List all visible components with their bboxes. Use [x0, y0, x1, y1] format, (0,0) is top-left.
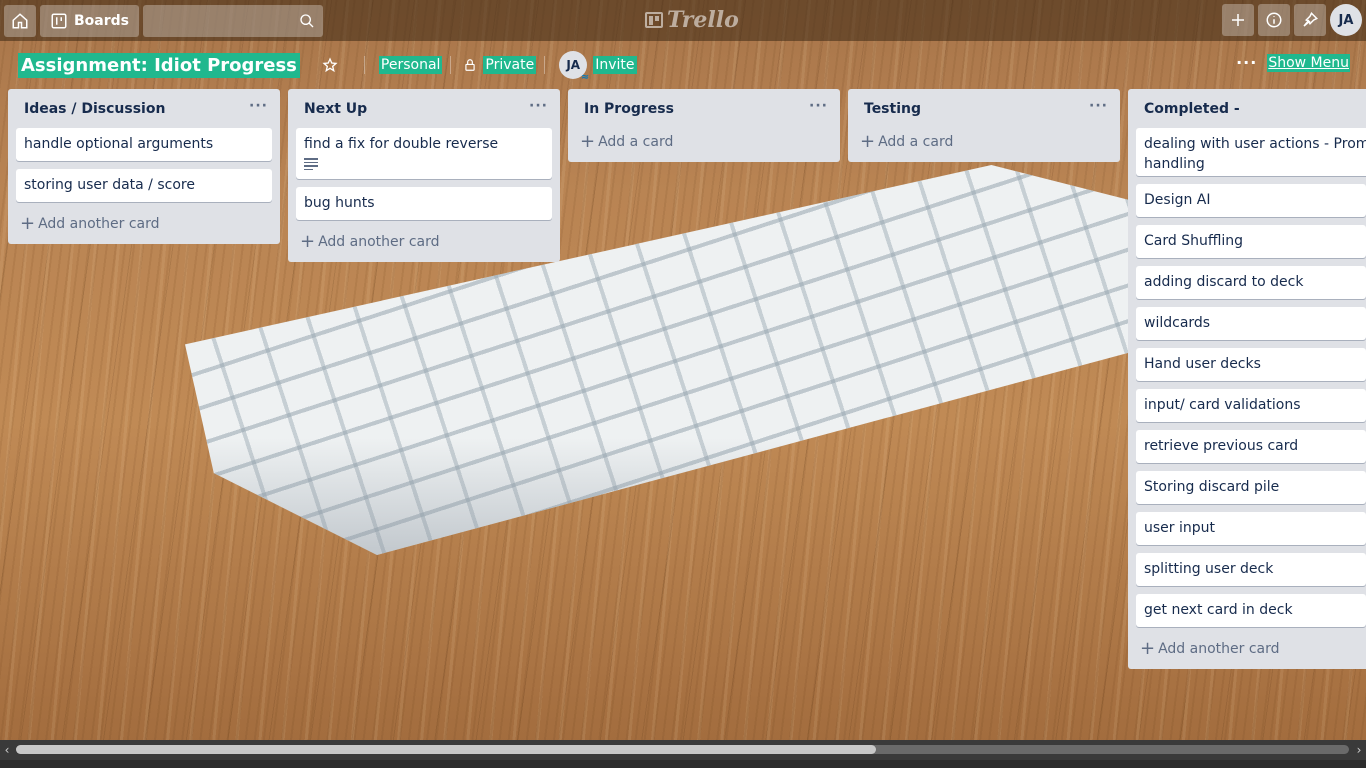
list-next-up: Next Up ··· find a fix for double revers… — [288, 89, 560, 262]
plus-icon: + — [300, 231, 316, 252]
scroll-left-arrow-icon[interactable]: ‹ — [0, 740, 14, 760]
list-menu-icon[interactable]: ··· — [529, 98, 548, 120]
team-button[interactable]: Personal — [378, 56, 443, 74]
list-testing: Testing ··· + Add a card — [848, 89, 1120, 162]
list-title[interactable]: Next Up — [304, 101, 367, 117]
card[interactable]: input/ card validations — [1136, 389, 1366, 422]
card[interactable]: Card Shuffling — [1136, 225, 1366, 258]
add-card-label: Add another card — [1158, 641, 1280, 657]
home-button[interactable] — [4, 4, 36, 37]
list-ideas-discussion: Ideas / Discussion ··· handle optional a… — [8, 89, 280, 244]
list-menu-icon[interactable]: ··· — [809, 98, 828, 120]
card[interactable]: bug hunts — [296, 187, 552, 220]
card[interactable]: Design AI — [1136, 184, 1366, 217]
card[interactable]: adding discard to deck — [1136, 266, 1366, 299]
search-input[interactable] — [143, 4, 323, 37]
boards-icon — [51, 13, 67, 28]
header-right-actions: JA — [1222, 4, 1362, 36]
list-header[interactable]: Completed - — [1136, 89, 1366, 128]
lock-icon — [465, 59, 476, 71]
trello-logo-icon — [645, 12, 663, 28]
more-icon[interactable]: ··· — [1236, 53, 1257, 72]
add-card-label: Add another card — [38, 216, 160, 232]
plus-icon: + — [1140, 638, 1156, 659]
scroll-right-arrow-icon[interactable]: › — [1352, 740, 1366, 760]
list-title[interactable]: Completed - — [1144, 101, 1240, 117]
top-header: Boards Trello JA — [0, 0, 1366, 41]
trello-logo-text: Trello — [667, 7, 739, 33]
divider — [544, 56, 546, 74]
card[interactable]: wildcards — [1136, 307, 1366, 340]
plus-icon — [1232, 14, 1244, 26]
list-menu-icon[interactable]: ··· — [249, 98, 268, 120]
board-header-right: ··· Show Menu — [1236, 53, 1350, 72]
add-card-button[interactable]: + Add a card — [856, 126, 1112, 158]
plus-icon: + — [20, 213, 36, 234]
star-icon[interactable] — [322, 57, 338, 73]
list-header[interactable]: Testing ··· — [856, 89, 1112, 128]
boards-label: Boards — [74, 12, 129, 29]
invite-button[interactable]: Invite — [593, 56, 637, 74]
add-card-label: Add another card — [318, 234, 440, 250]
member-avatar[interactable]: JA — [559, 51, 589, 83]
add-card-button[interactable]: + Add another card — [16, 208, 272, 240]
notifications-button[interactable] — [1294, 4, 1326, 36]
card-title: find a fix for double reverse — [304, 136, 499, 152]
create-button[interactable] — [1222, 4, 1254, 36]
add-card-button[interactable]: + Add a card — [576, 126, 832, 158]
boards-button[interactable]: Boards — [40, 4, 139, 37]
card[interactable]: Storing discard pile — [1136, 471, 1366, 504]
card[interactable]: user input — [1136, 512, 1366, 545]
board-header: Assignment: Idiot Progress Personal Priv… — [0, 45, 1366, 85]
add-card-label: Add a card — [598, 134, 674, 150]
horizontal-scrollbar[interactable]: ‹ › — [0, 740, 1366, 760]
list-header[interactable]: In Progress ··· — [576, 89, 832, 128]
bottom-strip — [0, 760, 1366, 768]
user-avatar[interactable]: JA — [1330, 4, 1362, 36]
plus-icon: + — [860, 131, 876, 152]
list-completed: Completed - dealing with user actions - … — [1128, 89, 1366, 669]
add-card-label: Add a card — [878, 134, 954, 150]
card[interactable]: get next card in deck — [1136, 594, 1366, 627]
visibility-button[interactable]: Private — [483, 56, 537, 74]
list-in-progress: In Progress ··· + Add a card — [568, 89, 840, 162]
search-icon[interactable] — [299, 13, 315, 29]
card[interactable]: dealing with user actions - Prompt handl… — [1136, 128, 1366, 176]
list-title[interactable]: Ideas / Discussion — [24, 101, 165, 117]
card[interactable]: handle optional arguments — [16, 128, 272, 161]
show-menu-button[interactable]: Show Menu — [1267, 53, 1350, 72]
list-header[interactable]: Next Up ··· — [296, 89, 552, 128]
card[interactable]: Hand user decks — [1136, 348, 1366, 381]
add-card-button[interactable]: + Add another card — [296, 226, 552, 258]
scrollbar-thumb[interactable] — [16, 745, 876, 754]
description-icon — [304, 158, 318, 170]
divider — [450, 56, 452, 74]
list-title[interactable]: In Progress — [584, 101, 674, 117]
add-card-button[interactable]: + Add another card — [1136, 633, 1366, 665]
home-icon — [12, 12, 28, 28]
info-icon — [1266, 12, 1282, 28]
card[interactable]: find a fix for double reverse — [296, 128, 552, 179]
trello-logo[interactable]: Trello — [645, 6, 739, 34]
pin-icon — [1303, 11, 1319, 27]
list-header[interactable]: Ideas / Discussion ··· — [16, 89, 272, 128]
list-title[interactable]: Testing — [864, 101, 921, 117]
info-button[interactable] — [1258, 4, 1290, 36]
plus-icon: + — [580, 131, 596, 152]
divider — [363, 56, 365, 74]
card[interactable]: storing user data / score — [16, 169, 272, 202]
card[interactable]: splitting user deck — [1136, 553, 1366, 586]
board-title[interactable]: Assignment: Idiot Progress — [18, 52, 300, 78]
card[interactable]: retrieve previous card — [1136, 430, 1366, 463]
list-menu-icon[interactable]: ··· — [1089, 98, 1108, 120]
